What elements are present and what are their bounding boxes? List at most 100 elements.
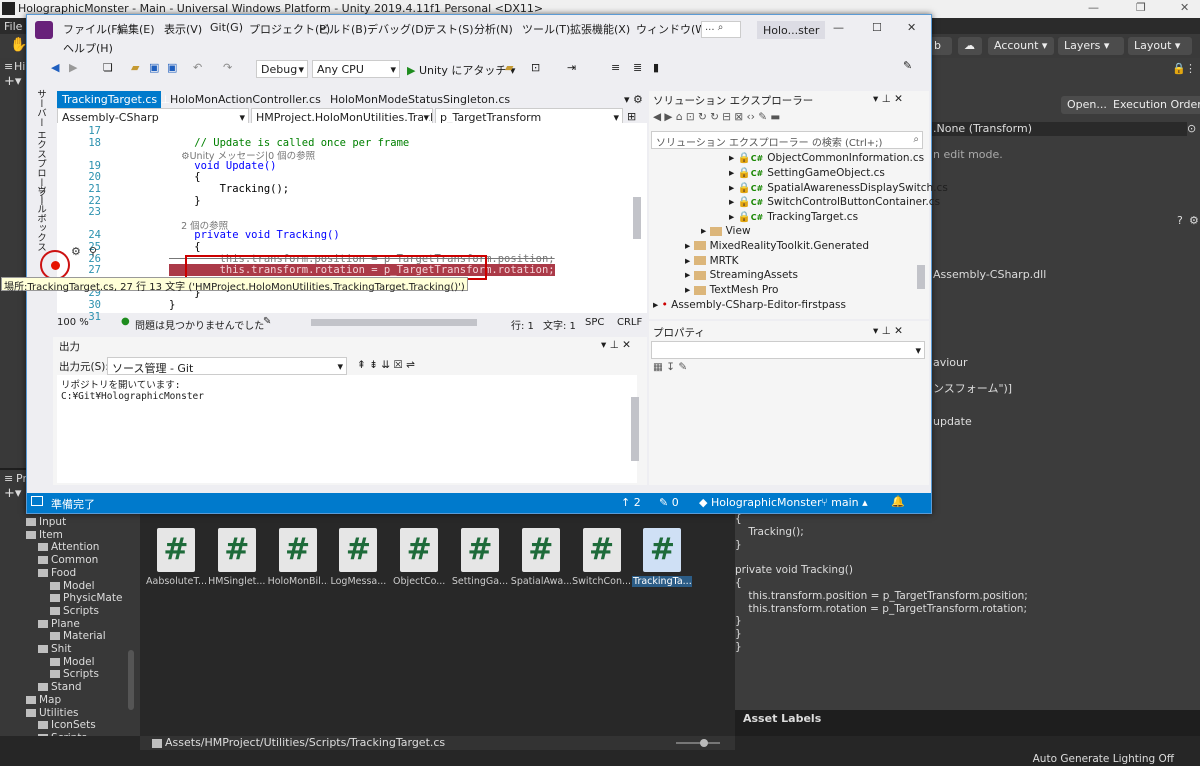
code-line[interactable]: void Update() — [169, 160, 276, 172]
split-editor-icon[interactable]: ⊞ — [627, 110, 636, 123]
vs-menu-tools[interactable]: ツール(T) — [522, 21, 570, 37]
asset-item[interactable]: # TrackingTa... — [632, 528, 693, 587]
brush-icon[interactable]: ✎ — [263, 316, 271, 327]
unity-close-button[interactable]: ✕ — [1180, 1, 1189, 14]
solution-project-item[interactable]: ▸ • Assembly-CSharp-Editor-firstpass — [653, 299, 846, 311]
properties-controls[interactable]: ▾ ⊥ ✕ — [873, 325, 903, 341]
project-tree-item[interactable]: Input — [0, 516, 66, 529]
asset-item[interactable]: # SettingGa... — [450, 528, 510, 587]
help-icon[interactable]: ? — [1177, 214, 1183, 227]
solution-folder-item[interactable]: ▸ StreamingAssets — [685, 269, 798, 281]
asset-item[interactable]: # LogMessa... — [328, 528, 388, 587]
vs-maximize-button[interactable]: ☐ — [872, 21, 882, 34]
code-line[interactable]: Tracking(); — [169, 183, 290, 195]
project-tree-item[interactable]: Map — [0, 694, 61, 707]
project-tree-item[interactable]: Food — [0, 567, 76, 580]
attach-unity-button[interactable]: ▶ Unity にアタッチ ▾ — [407, 62, 515, 78]
gear-icon[interactable]: ⚙ — [71, 245, 81, 258]
expand-arrow-icon[interactable]: ▸ — [685, 255, 694, 267]
tab-trackingtarget[interactable]: TrackingTarget.cs ⊥ ✕ — [57, 91, 183, 109]
layout-dropdown[interactable]: Layout ▾ — [1128, 37, 1192, 55]
vs-menu-view[interactable]: 表示(V) — [164, 21, 202, 37]
target-picker-icon[interactable]: ⊙ — [1187, 122, 1196, 135]
new-file-icon[interactable]: ❏ — [103, 61, 113, 74]
solution-file-item[interactable]: ▸ 🔒C# TrackingTarget.cs — [729, 210, 858, 223]
project-tree-item[interactable]: Attention — [0, 541, 99, 554]
vs-menu-window[interactable]: ウィンドウ(W) — [636, 21, 710, 37]
vs-menu-edit[interactable]: 編集(E) — [117, 21, 155, 37]
unity-minimize-button[interactable]: — — [1088, 1, 1099, 14]
hierarchy-tab-label[interactable]: Hi — [14, 60, 25, 73]
expand-arrow-icon[interactable]: ▸ — [685, 284, 694, 296]
hierarchy-add-button[interactable]: +▾ — [4, 74, 21, 89]
code-line[interactable]: private void Tracking() — [169, 229, 339, 241]
toolbox-tab[interactable]: ツールボックス — [33, 185, 47, 252]
output-text-area[interactable]: リポジトリを開いています: C:¥Git¥HolographicMonster — [57, 375, 637, 483]
format-icon[interactable]: ≡ — [611, 61, 620, 74]
expand-arrow-icon[interactable]: ▸ — [653, 299, 662, 311]
solution-file-item[interactable]: ▸ 🔒C# SwitchControlButtonContainer.cs — [729, 195, 940, 208]
folder-icon[interactable]: ▰ — [505, 61, 513, 74]
solution-folder-item[interactable]: ▸ MixedRealityToolkit.Generated — [685, 240, 869, 252]
code-line[interactable]: } — [169, 195, 200, 207]
properties-object-select[interactable]: ▾ — [651, 341, 925, 359]
asset-item[interactable]: # ObjectCo... — [389, 528, 449, 587]
status-changes[interactable]: ✎ 0 — [659, 496, 679, 509]
bookmark-icon[interactable]: ▮ — [653, 61, 659, 74]
status-repo[interactable]: ◆ HolographicMonster — [699, 496, 822, 509]
asset-item[interactable]: # AabsoluteT... — [146, 528, 206, 587]
expand-arrow-icon[interactable]: ▸ — [685, 240, 694, 252]
asset-item[interactable]: # SpatialAwa... — [511, 528, 571, 587]
tab-holomonmodestatussingleton[interactable]: HoloMonModeStatusSingleton.cs — [325, 91, 515, 109]
vs-minimize-button[interactable]: — — [833, 21, 844, 34]
config-select[interactable]: Debug ▾ — [256, 60, 308, 78]
output-source-select[interactable]: ソース管理 - Git ▾ — [107, 357, 347, 375]
project-tree-item[interactable]: Model — [0, 580, 95, 593]
transform-field[interactable]: .None (Transform) — [931, 122, 1187, 136]
code-line[interactable]: // Update is called once per frame — [169, 137, 409, 149]
project-tree-item[interactable]: Stand — [0, 681, 82, 694]
project-menu-icon[interactable]: ≡ — [4, 472, 13, 485]
icon-size-slider-thumb[interactable] — [700, 739, 708, 747]
vs-search-box[interactable]: ... ⌕ — [701, 21, 741, 38]
project-tree-item[interactable]: Utilities — [0, 707, 79, 720]
expand-arrow-icon[interactable]: ▸ — [729, 167, 738, 179]
project-tree-item[interactable]: Scripts — [0, 605, 99, 618]
vs-menu-help[interactable]: ヘルプ(H) — [63, 40, 113, 56]
vs-close-button[interactable]: ✕ — [907, 21, 916, 34]
project-tree-item[interactable]: Plane — [0, 618, 80, 631]
solution-file-item[interactable]: ▸ 🔒C# ObjectCommonInformation.cs — [729, 151, 924, 164]
zoom-select[interactable]: 100 % — [57, 317, 89, 328]
status-branch[interactable]: ⑂ main ▴ — [821, 496, 868, 509]
output-toolbar-icons[interactable]: ⇞ ⇟ ⇊ ☒ ⇌ — [357, 359, 415, 375]
platform-select[interactable]: Any CPU ▾ — [312, 60, 400, 78]
cloud-button[interactable]: ☁ — [958, 37, 982, 55]
tab-overflow-button[interactable]: ▾ ⚙ — [619, 91, 648, 109]
expand-arrow-icon[interactable]: ▸ — [701, 225, 710, 237]
vs-menu-extensions[interactable]: 拡張機能(X) — [570, 21, 630, 37]
output-scrollbar[interactable] — [631, 397, 639, 461]
hierarchy-menu-icon[interactable]: ≡ — [4, 60, 13, 73]
code-line[interactable]: } — [169, 299, 175, 311]
solution-file-item[interactable]: ▸ 🔒C# SettingGameObject.cs — [729, 166, 885, 179]
vs-menu-file[interactable]: ファイル(F) — [63, 21, 122, 37]
undo-icon[interactable]: ↶ — [193, 61, 202, 74]
expand-arrow-icon[interactable]: ▸ — [729, 182, 738, 194]
feedback-icon[interactable]: ✎ — [903, 59, 912, 72]
hand-tool-icon[interactable]: ✋ — [10, 37, 27, 53]
vs-menu-analyze[interactable]: 分析(N) — [474, 21, 513, 37]
solution-scrollbar[interactable] — [917, 265, 925, 289]
layers-dropdown[interactable]: Layers ▾ — [1058, 37, 1124, 55]
asset-item[interactable]: # HoloMonBil... — [268, 528, 328, 587]
unity-restore-button[interactable]: ❐ — [1136, 1, 1146, 14]
asset-item[interactable]: # SwitchCon... — [572, 528, 632, 587]
open-button[interactable]: Open... — [1061, 96, 1113, 114]
link-icon[interactable]: ⚲ — [89, 245, 97, 258]
icon-size-slider[interactable] — [676, 742, 720, 744]
comment-icon[interactable]: ≣ — [633, 61, 642, 74]
vs-menu-build[interactable]: ビルド(B) — [318, 21, 367, 37]
solution-folder-item[interactable]: ▸ View — [701, 225, 751, 237]
project-tree-item[interactable]: Shit — [0, 643, 71, 656]
project-tree-item[interactable]: Common — [0, 554, 98, 567]
code-line[interactable]: { — [169, 241, 200, 253]
